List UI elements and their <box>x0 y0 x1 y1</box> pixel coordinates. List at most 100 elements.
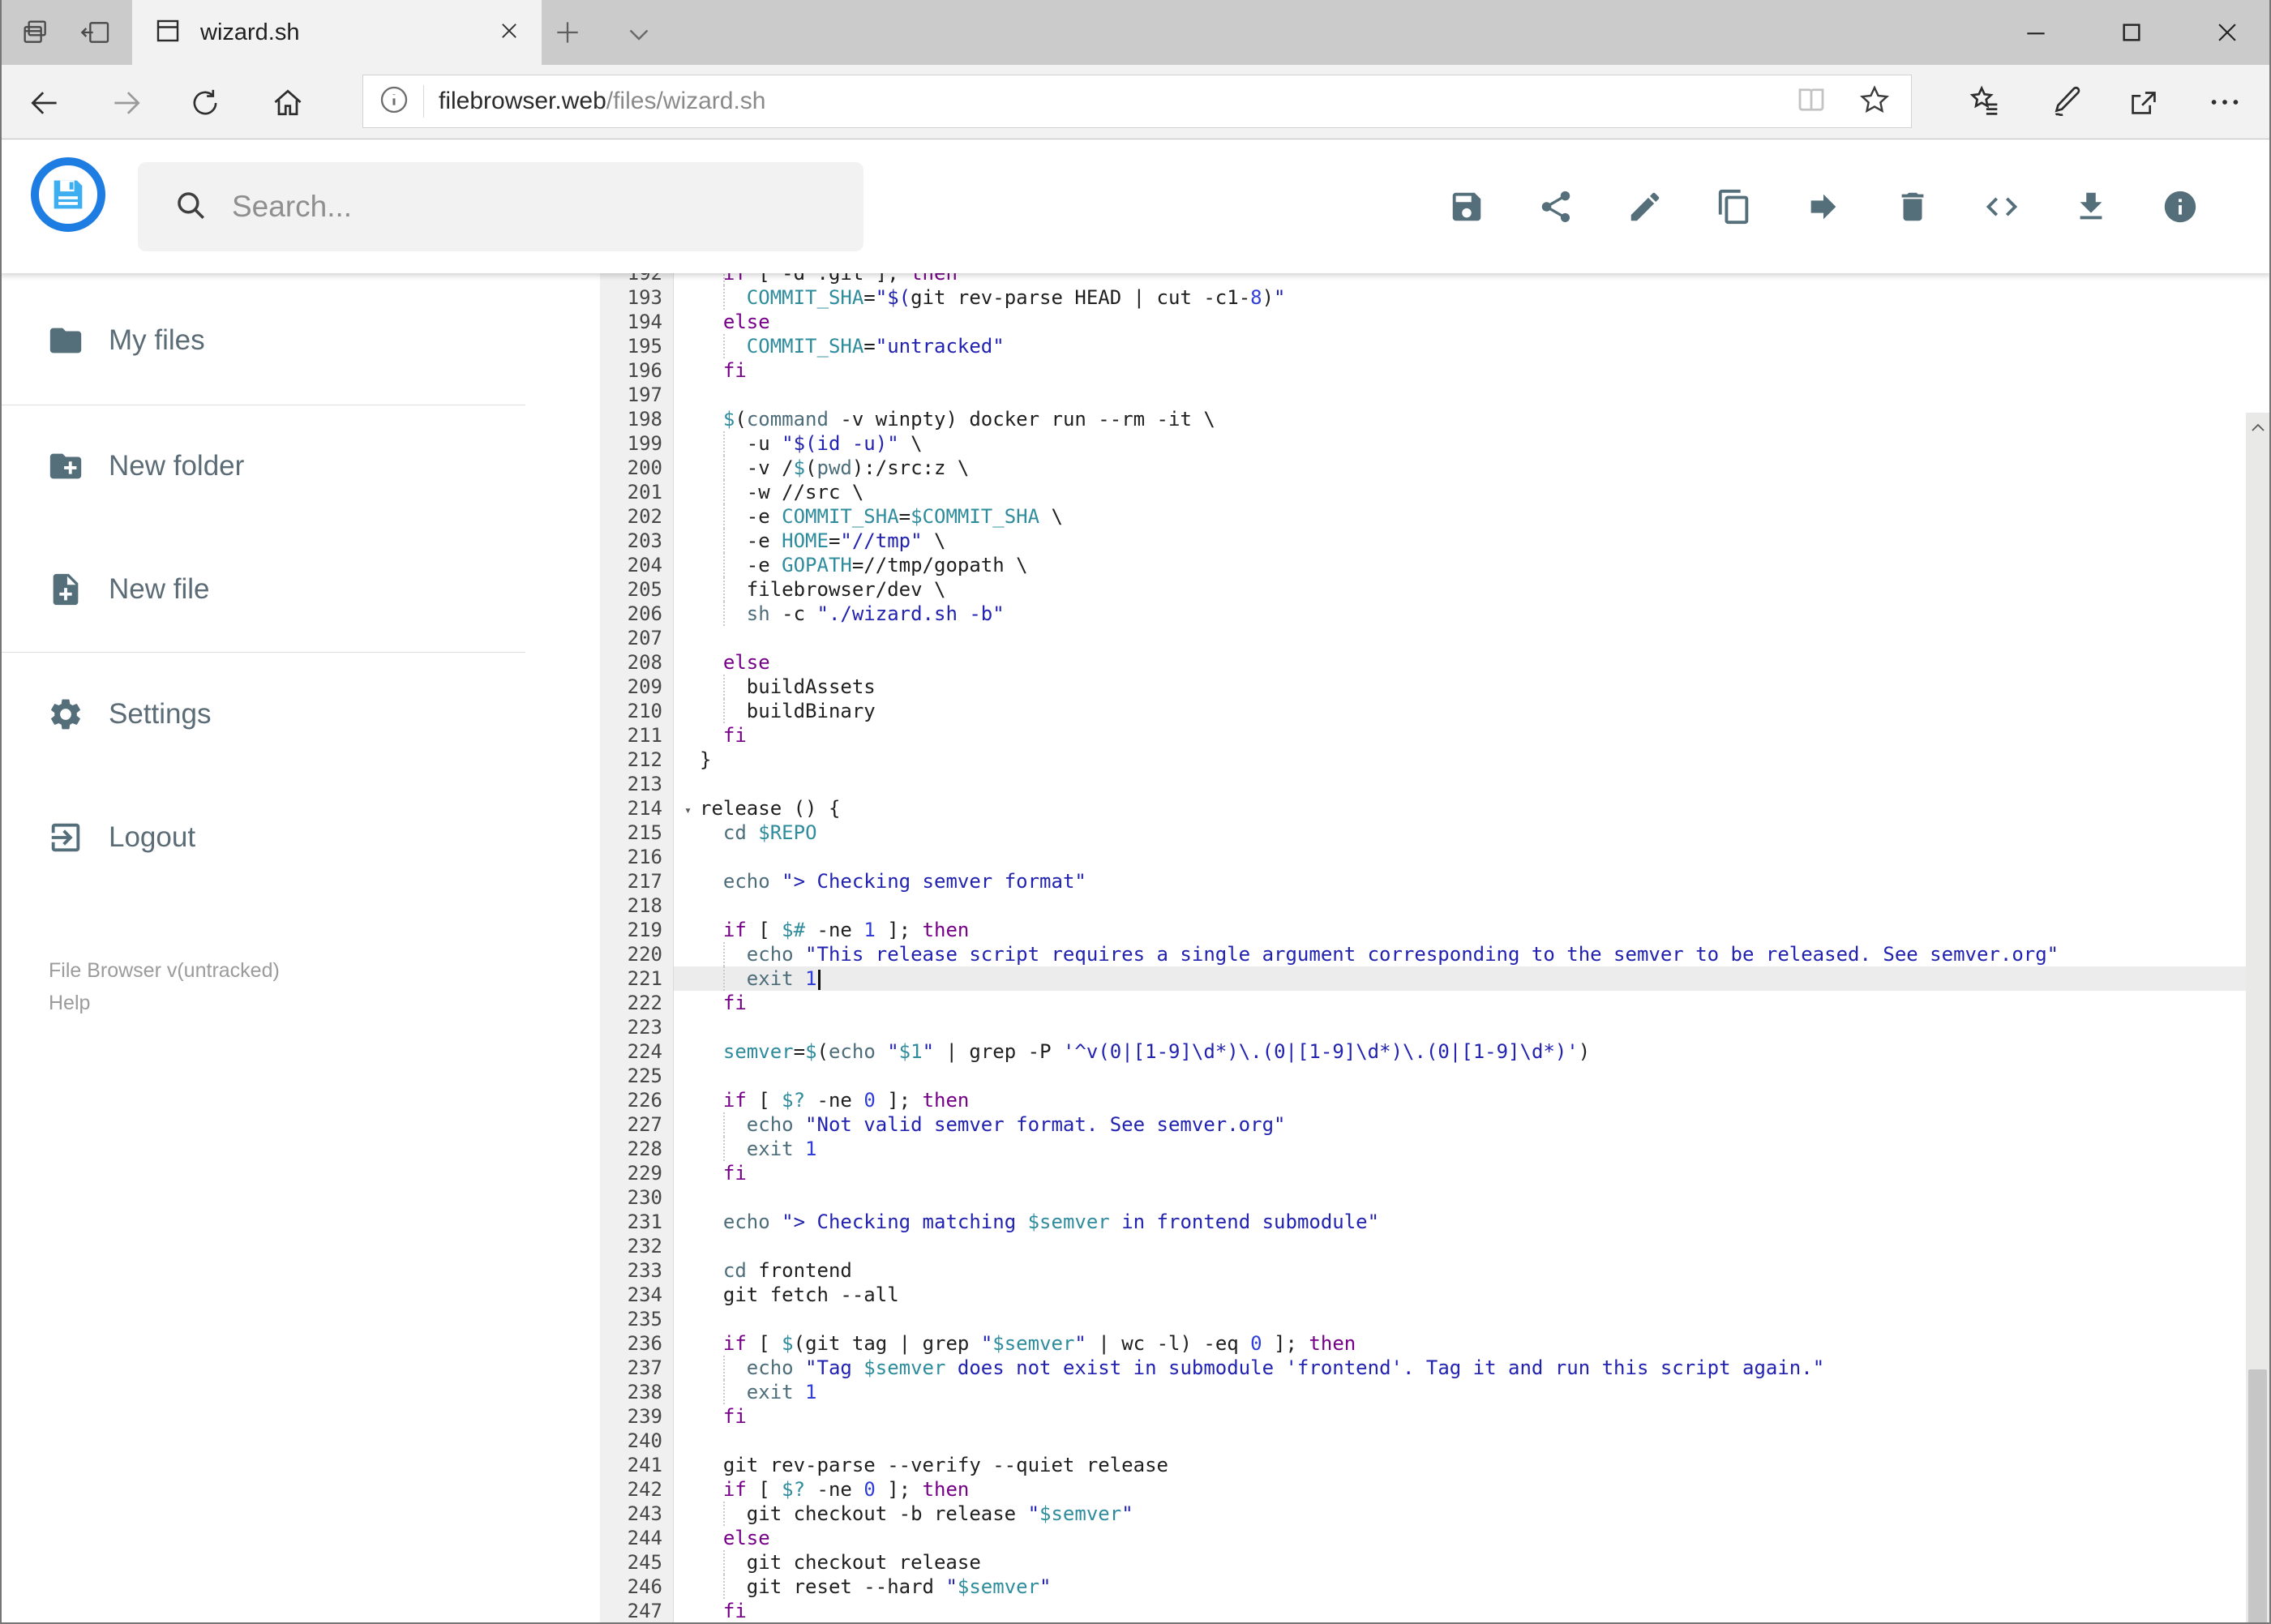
copy-button[interactable] <box>1716 188 1753 225</box>
code-line[interactable]: 226 if [ $? -ne 0 ]; then <box>600 1088 2246 1112</box>
code-line[interactable]: 228 exit 1 <box>600 1137 2246 1161</box>
code-line[interactable]: 239 fi <box>600 1404 2246 1429</box>
code-line[interactable]: 209 buildAssets <box>600 675 2246 699</box>
code-line[interactable]: 207 <box>600 626 2246 650</box>
sidebar-item-new-folder[interactable]: New folder <box>0 429 568 503</box>
code-line[interactable]: 199 -u "$(id -u)" \ <box>600 431 2246 456</box>
home-button[interactable] <box>268 83 308 123</box>
code-line[interactable]: 229 fi <box>600 1161 2246 1185</box>
code-line[interactable]: 236 if [ $(git tag | grep "$semver" | wc… <box>600 1331 2246 1356</box>
code-line[interactable]: 204 -e GOPATH=//tmp/gopath \ <box>600 553 2246 577</box>
code-line[interactable]: 242 if [ $? -ne 0 ]; then <box>600 1477 2246 1502</box>
reading-view-icon[interactable] <box>1794 83 1828 121</box>
forward-button[interactable] <box>106 83 147 123</box>
code-line[interactable]: 192 if [ -d .git ]; then <box>600 273 2246 285</box>
code-line[interactable]: 237 echo "Tag $semver does not exist in … <box>600 1356 2246 1380</box>
set-tabs-aside-icon[interactable] <box>75 13 117 52</box>
code-button[interactable] <box>1983 188 2020 225</box>
code-editor[interactable]: 192 if [ -d .git ]; then 193 COMMIT_SHA="… <box>600 273 2246 1624</box>
new-tab-button[interactable] <box>545 11 590 54</box>
code-line[interactable]: 193 COMMIT_SHA="$(git rev-parse HEAD | c… <box>600 285 2246 310</box>
code-line[interactable]: 212} <box>600 748 2246 772</box>
code-line[interactable]: 221 exit 1 <box>600 966 2246 991</box>
code-line[interactable]: 195 COMMIT_SHA="untracked" <box>600 334 2246 358</box>
sidebar-item-logout[interactable]: Logout <box>0 800 568 875</box>
scrollbar-thumb[interactable] <box>2248 1369 2267 1624</box>
sidebar-item-settings[interactable]: Settings <box>0 677 568 752</box>
code-line[interactable]: 201 -w //src \ <box>600 480 2246 504</box>
save-button[interactable] <box>1448 188 1485 225</box>
maximize-button[interactable] <box>2089 0 2174 65</box>
code-line[interactable]: 213 <box>600 772 2246 796</box>
share-page-icon[interactable] <box>2121 79 2166 125</box>
code-line[interactable]: 218 <box>600 893 2246 918</box>
code-line[interactable]: 247 fi <box>600 1599 2246 1623</box>
code-line[interactable]: 219 if [ $# -ne 1 ]; then <box>600 918 2246 942</box>
edit-button[interactable] <box>1626 188 1664 225</box>
sidebar-item-my-files[interactable]: My files <box>0 303 568 378</box>
code-line[interactable]: 230 <box>600 1185 2246 1210</box>
code-line[interactable]: 210 buildBinary <box>600 699 2246 723</box>
code-line[interactable]: 224 semver=$(echo "$1" | grep -P '^v(0|[… <box>600 1039 2246 1064</box>
code-line[interactable]: 234 git fetch --all <box>600 1283 2246 1307</box>
help-link[interactable]: Help <box>49 987 280 1019</box>
share-button[interactable] <box>1537 188 1575 225</box>
move-button[interactable] <box>1805 188 1842 225</box>
web-note-pen-icon[interactable] <box>2042 79 2088 125</box>
code-line[interactable]: 200 -v /$(pwd):/src:z \ <box>600 456 2246 480</box>
code-line[interactable]: 227 echo "Not valid semver format. See s… <box>600 1112 2246 1137</box>
sidebar-item-new-file[interactable]: New file <box>0 552 568 627</box>
tab-preview-icon[interactable] <box>15 13 57 52</box>
code-line[interactable]: 214 ▾ release () { <box>600 796 2246 821</box>
back-button[interactable] <box>24 83 65 123</box>
code-line[interactable]: 211 fi <box>600 723 2246 748</box>
search-input[interactable] <box>230 189 801 225</box>
minimize-button[interactable] <box>1994 0 2078 65</box>
tab-list-chevron-icon[interactable] <box>616 16 662 52</box>
code-line[interactable]: 240 <box>600 1429 2246 1453</box>
code-line[interactable]: 245 git checkout release <box>600 1550 2246 1575</box>
code-line[interactable]: 196 fi <box>600 358 2246 383</box>
code-line[interactable]: 243 git checkout -b release "$semver" <box>600 1502 2246 1526</box>
delete-button[interactable] <box>1894 188 1931 225</box>
code-line[interactable]: 206 sh -c "./wizard.sh -b" <box>600 602 2246 626</box>
info-button[interactable] <box>2162 188 2199 225</box>
code-line[interactable]: 244 else <box>600 1526 2246 1550</box>
main-content: My files New folder New file Settings Logout… <box>0 273 2271 1624</box>
search-bar[interactable] <box>138 162 863 251</box>
address-bar[interactable]: filebrowser.web/files/wizard.sh <box>362 75 1912 128</box>
code-line[interactable]: 246 git reset --hard "$semver" <box>600 1575 2246 1599</box>
code-line[interactable]: 215 cd $REPO <box>600 821 2246 845</box>
code-line[interactable]: 223 <box>600 1015 2246 1039</box>
code-line[interactable]: 232 <box>600 1234 2246 1258</box>
code-line[interactable]: 202 -e COMMIT_SHA=$COMMIT_SHA \ <box>600 504 2246 529</box>
code-line[interactable]: 197 <box>600 383 2246 407</box>
code-line[interactable]: 208 else <box>600 650 2246 675</box>
code-line[interactable]: 222 fi <box>600 991 2246 1015</box>
browser-tab[interactable]: wizard.sh <box>132 0 542 65</box>
code-line[interactable]: 194 else <box>600 310 2246 334</box>
code-line[interactable]: 238 exit 1 <box>600 1380 2246 1404</box>
code-line[interactable]: 231 echo "> Checking matching $semver in… <box>600 1210 2246 1234</box>
favorite-star-icon[interactable] <box>1858 83 1892 121</box>
code-line[interactable]: 220 echo "This release script requires a… <box>600 942 2246 966</box>
close-button[interactable] <box>2185 0 2269 65</box>
code-line[interactable]: 216 <box>600 845 2246 869</box>
hub-favorites-icon[interactable] <box>1962 79 2007 125</box>
code-line[interactable]: 198 $(command -v winpty) docker run --rm… <box>600 407 2246 431</box>
site-info-icon[interactable] <box>378 84 410 120</box>
more-ellipsis-icon[interactable] <box>2202 79 2247 125</box>
code-line[interactable]: 233 cd frontend <box>600 1258 2246 1283</box>
code-line[interactable]: 205 filebrowser/dev \ <box>600 577 2246 602</box>
refresh-button[interactable] <box>185 83 225 123</box>
download-button[interactable] <box>2072 188 2110 225</box>
scroll-up-icon[interactable] <box>2246 414 2269 442</box>
tab-close-icon[interactable] <box>498 19 521 46</box>
code-line[interactable]: 217 echo "> Checking semver format" <box>600 869 2246 893</box>
page-scrollbar[interactable] <box>2246 413 2269 1624</box>
filebrowser-logo[interactable] <box>31 157 105 232</box>
code-line[interactable]: 241 git rev-parse --verify --quiet relea… <box>600 1453 2246 1477</box>
code-line[interactable]: 225 <box>600 1064 2246 1088</box>
code-line[interactable]: 235 <box>600 1307 2246 1331</box>
code-line[interactable]: 203 -e HOME="//tmp" \ <box>600 529 2246 553</box>
